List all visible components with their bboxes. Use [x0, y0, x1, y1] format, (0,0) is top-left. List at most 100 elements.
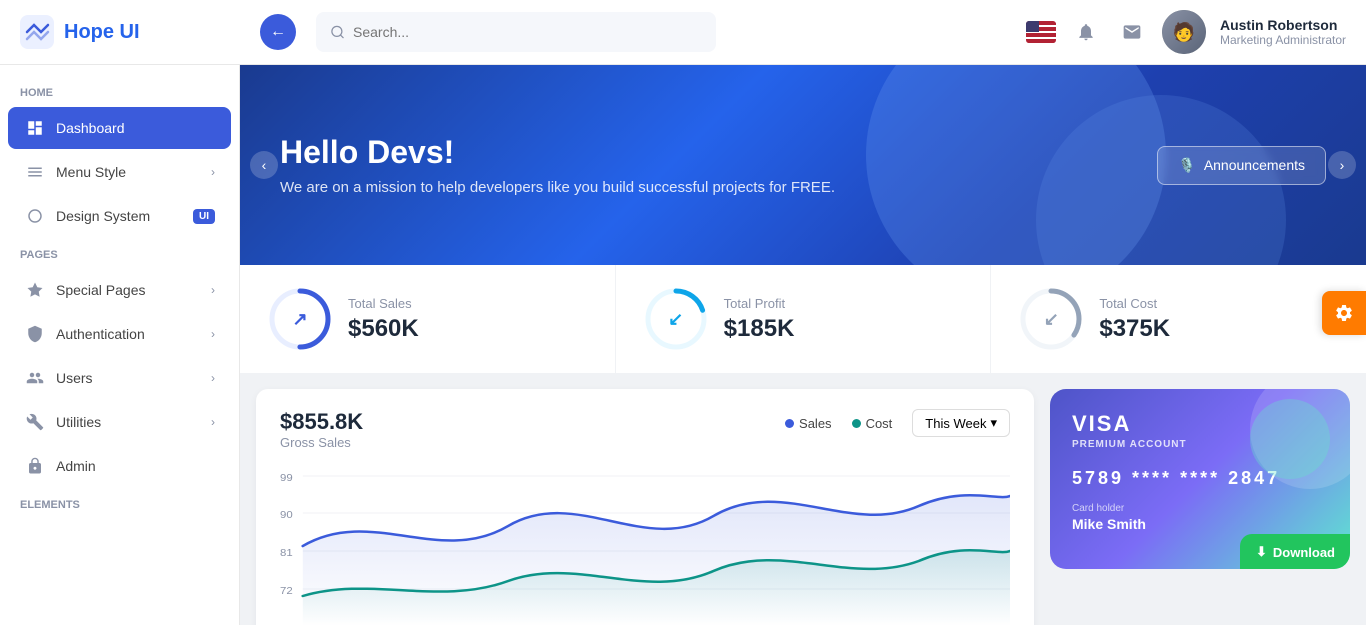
logo-area: Hope UI — [20, 15, 260, 49]
chart-header: $855.8K Gross Sales Sales Cost — [280, 409, 1010, 450]
chart-svg-wrap: 99 90 81 72 — [280, 466, 1010, 625]
header-right: 🧑 Austin Robertson Marketing Administrat… — [1026, 10, 1346, 54]
stat-circle-profit: ↙ — [644, 287, 708, 351]
legend-cost: Cost — [852, 416, 893, 431]
stat-card-total-profit: ↙ Total Profit $185K — [616, 265, 992, 373]
stat-info-profit: Total Profit $185K — [724, 296, 795, 343]
sidebar-section-home: Home — [0, 77, 239, 105]
profit-arrow: ↙ — [668, 309, 683, 330]
dashboard-icon — [24, 117, 46, 139]
sidebar-label-utilities: Utilities — [56, 414, 101, 430]
design-icon — [24, 205, 46, 227]
gear-icon — [1334, 303, 1354, 323]
app-body: Home Dashboard Menu Style › Design Syste… — [0, 65, 1366, 625]
chart-area: $855.8K Gross Sales Sales Cost — [256, 389, 1034, 625]
sidebar-item-users[interactable]: Users › — [8, 357, 231, 399]
shield-icon — [24, 323, 46, 345]
hero-subtitle: We are on a mission to help developers l… — [280, 179, 835, 196]
star-icon — [24, 279, 46, 301]
hero-prev-button[interactable]: ‹ — [250, 151, 278, 179]
this-week-chevron: ▾ — [990, 415, 997, 431]
svg-text:81: 81 — [280, 548, 293, 559]
bottom-section: $855.8K Gross Sales Sales Cost — [240, 373, 1366, 625]
sidebar-section-elements: Elements — [0, 489, 239, 517]
card-section: VISA PREMIUM ACCOUNT 5789 **** **** 2847… — [1050, 389, 1350, 625]
svg-text:72: 72 — [280, 586, 293, 597]
sidebar-item-dashboard[interactable]: Dashboard — [8, 107, 231, 149]
sidebar-item-admin[interactable]: Admin — [8, 445, 231, 487]
this-week-button[interactable]: This Week ▾ — [912, 409, 1010, 437]
stat-circle-cost: ↙ — [1019, 287, 1083, 351]
sidebar-label-menu-style: Menu Style — [56, 164, 126, 180]
chart-gross-label: Gross Sales — [280, 435, 363, 450]
stat-info-sales: Total Sales $560K — [348, 296, 419, 343]
sales-dot — [785, 419, 794, 428]
users-arrow: › — [211, 371, 215, 385]
user-role: Marketing Administrator — [1220, 33, 1346, 47]
logo-text: Hope UI — [64, 21, 140, 44]
utilities-arrow: › — [211, 415, 215, 429]
tools-icon — [24, 411, 46, 433]
design-system-badge: UI — [193, 209, 215, 224]
settings-fab[interactable] — [1322, 291, 1366, 335]
cost-dot — [852, 419, 861, 428]
mail-icon[interactable] — [1116, 16, 1148, 48]
legend-sales: Sales — [785, 416, 832, 431]
sidebar-item-menu-style[interactable]: Menu Style › — [8, 151, 231, 193]
stat-value-sales: $560K — [348, 315, 419, 343]
stat-card-total-sales: ↗ Total Sales $560K — [240, 265, 616, 373]
sidebar-label-design-system: Design System — [56, 208, 150, 224]
download-label: Download — [1273, 545, 1335, 560]
back-button[interactable]: ← — [260, 14, 296, 50]
cost-arrow: ↙ — [1044, 309, 1059, 330]
stat-circle-sales: ↗ — [268, 287, 332, 351]
announcements-button[interactable]: 🎙️ Announcements — [1157, 146, 1326, 185]
stat-value-cost: $375K — [1099, 315, 1170, 343]
special-pages-arrow: › — [211, 283, 215, 297]
auth-arrow: › — [211, 327, 215, 341]
avatar[interactable]: 🧑 — [1162, 10, 1206, 54]
user-name: Austin Robertson — [1220, 17, 1346, 33]
notification-bell-icon[interactable] — [1070, 16, 1102, 48]
download-icon: ⬇ — [1256, 544, 1267, 560]
sales-arrow: ↗ — [292, 309, 307, 330]
search-icon — [330, 24, 345, 40]
logo-icon — [20, 15, 54, 49]
user-info: Austin Robertson Marketing Administrator — [1220, 17, 1346, 47]
sidebar-label-authentication: Authentication — [56, 326, 145, 342]
sidebar-item-authentication[interactable]: Authentication › — [8, 313, 231, 355]
sidebar-label-special-pages: Special Pages — [56, 282, 146, 298]
sidebar-label-dashboard: Dashboard — [56, 120, 125, 136]
chart-gross-info: $855.8K Gross Sales — [280, 409, 363, 450]
search-bar — [316, 12, 716, 52]
flag-icon[interactable] — [1026, 21, 1056, 43]
announcements-label: Announcements — [1204, 157, 1305, 173]
chart-legend: Sales Cost — [785, 416, 892, 431]
main-content: ‹ Hello Devs! We are on a mission to hel… — [240, 65, 1366, 625]
visa-holder-label: Card holder — [1072, 503, 1328, 514]
chart-gross-value: $855.8K — [280, 409, 363, 435]
stat-card-total-cost: ↙ Total Cost $375K — [991, 265, 1366, 373]
menu-icon — [24, 161, 46, 183]
svg-text:99: 99 — [280, 473, 293, 484]
stat-label-cost: Total Cost — [1099, 296, 1170, 311]
sidebar: Home Dashboard Menu Style › Design Syste… — [0, 65, 240, 625]
hero-banner: ‹ Hello Devs! We are on a mission to hel… — [240, 65, 1366, 265]
users-icon — [24, 367, 46, 389]
this-week-label: This Week — [925, 416, 986, 431]
hero-next-button[interactable]: › — [1328, 151, 1356, 179]
search-input[interactable] — [353, 24, 702, 40]
download-button[interactable]: ⬇ Download — [1240, 534, 1350, 569]
sidebar-item-special-pages[interactable]: Special Pages › — [8, 269, 231, 311]
visa-card: VISA PREMIUM ACCOUNT 5789 **** **** 2847… — [1050, 389, 1350, 569]
sidebar-section-pages: Pages — [0, 239, 239, 267]
microphone-icon: 🎙️ — [1178, 157, 1195, 174]
stat-info-cost: Total Cost $375K — [1099, 296, 1170, 343]
stat-value-profit: $185K — [724, 315, 795, 343]
sidebar-item-utilities[interactable]: Utilities › — [8, 401, 231, 443]
sidebar-label-users: Users — [56, 370, 93, 386]
visa-account-type: PREMIUM ACCOUNT — [1072, 439, 1328, 450]
sidebar-item-design-system[interactable]: Design System UI — [8, 195, 231, 237]
header: Hope UI ← 🧑 Austin Robertson Marketing A… — [0, 0, 1366, 65]
lock-icon — [24, 455, 46, 477]
